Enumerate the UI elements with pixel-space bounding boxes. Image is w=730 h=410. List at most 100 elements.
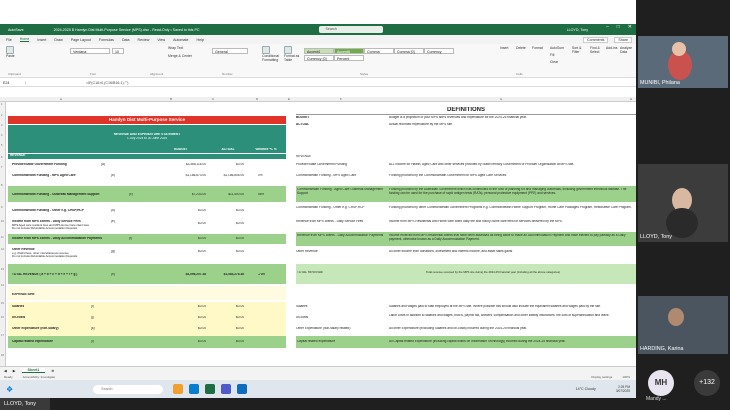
def-text[interactable]: Funding provided by the Australian Gover… [389, 188, 634, 200]
add-sheet-icon[interactable]: ⊕ [51, 369, 54, 373]
col-header-g[interactable]: G [500, 97, 502, 101]
menu-home[interactable]: Home [19, 37, 30, 42]
expenditure-label[interactable]: Other expenditure (non-salary) [12, 327, 59, 331]
weather-widget[interactable]: 14°C Cloudy [576, 387, 596, 391]
zoom-level[interactable]: 100% [622, 375, 630, 379]
outlook-icon[interactable] [237, 384, 248, 394]
row-header[interactable]: 14 [1, 284, 4, 287]
windows-start-icon[interactable]: ❖ [6, 385, 13, 394]
def-text[interactable]: Funding provided by other Commonwealth G… [389, 206, 634, 214]
expenditure-actual[interactable]: $0.00 [208, 305, 244, 309]
menu-formulas[interactable]: Formulas [99, 38, 114, 42]
font-name-select[interactable]: Verdana [70, 48, 110, 54]
revenue-budget[interactable]: $0.00 [156, 209, 206, 213]
menu-review[interactable]: Review [138, 38, 150, 42]
expenditure-label[interactable]: Salaries [12, 305, 24, 309]
comments-button[interactable]: Comments [583, 36, 609, 43]
menu-view[interactable]: View [157, 38, 165, 42]
def-term[interactable]: TOTAL REVENUE [297, 271, 387, 275]
def-actual-label[interactable]: ACTUAL [296, 123, 309, 127]
def-text[interactable]: Income from MPS Residential and Home car… [389, 220, 634, 224]
menu-help[interactable]: Help [196, 38, 203, 42]
row-header[interactable]: 15 [1, 302, 4, 305]
sort-filter-button[interactable]: Sort & Filter [572, 46, 588, 54]
file-explorer-icon[interactable] [173, 384, 184, 394]
expenditure-budget[interactable]: $0.00 [156, 316, 206, 320]
more-participants-button[interactable]: +132 [694, 370, 720, 396]
menu-file[interactable]: File [6, 38, 12, 42]
expenditure-label[interactable]: Capital related expenditure [12, 340, 53, 344]
revenue-section-label[interactable]: REVENUE [8, 154, 286, 159]
expenditure-actual[interactable]: $0.00 [208, 316, 244, 320]
row-header[interactable]: 13 [1, 268, 4, 271]
def-budget-label[interactable]: BUDGET [296, 116, 309, 120]
row-header[interactable]: 16 [1, 316, 4, 319]
participant-tile[interactable]: HARDING, Karina [638, 296, 728, 354]
def-term[interactable]: Salaries [296, 305, 386, 309]
revenue-actual[interactable]: $0.00 [208, 222, 244, 226]
maximize-icon[interactable]: □ [617, 24, 620, 30]
def-text[interactable]: Total revenue received by the MPS site d… [426, 271, 636, 275]
row-header[interactable]: 11 [1, 236, 4, 239]
def-term[interactable]: Other Expenditure (non-salary related) [296, 327, 386, 331]
insert-cells-button[interactable]: Insert [500, 46, 508, 50]
fill-button[interactable]: Fill [550, 53, 554, 57]
clock[interactable]: 2:25 PM 3/07/2025 [616, 385, 630, 393]
col-header-h[interactable]: H [630, 97, 632, 101]
analyze-data-button[interactable]: Analyze Data [620, 46, 634, 54]
total-revenue-variance[interactable]: -73% [258, 273, 265, 277]
number-format-select[interactable]: General [212, 48, 248, 54]
row-header[interactable]: 1 [1, 103, 2, 106]
expenditure-actual[interactable]: $0.00 [208, 340, 244, 344]
find-select-button[interactable]: Find & Select [590, 46, 604, 54]
wrap-text-button[interactable]: Wrap Text [168, 46, 183, 50]
style-accent6[interactable]: Accent6 [334, 48, 364, 54]
def-text[interactable]: All other income from donations, investm… [389, 250, 634, 254]
row-header[interactable]: 6 [1, 156, 2, 159]
revenue-actual[interactable]: $0.00 [208, 250, 244, 254]
menu-automate[interactable]: Automate [173, 38, 188, 42]
autosum-button[interactable]: AutoSum [550, 46, 564, 50]
revenue-budget[interactable]: $0.00 [156, 222, 206, 226]
teams-icon[interactable] [221, 384, 232, 394]
def-term[interactable]: Commonwealth Funding - Aged Care Outbrea… [297, 188, 387, 195]
formula-input[interactable]: =IF(C16>0,(C16/B16-1),"") [86, 81, 129, 85]
row-header[interactable]: 2 [1, 114, 2, 117]
def-text[interactable]: Funding provided by the Commonwealth Gov… [389, 174, 634, 178]
revenue-budget[interactable]: $0.00 [156, 250, 206, 254]
prev-sheet-icon[interactable]: ◀ [4, 369, 7, 373]
menu-insert[interactable]: Insert [37, 38, 46, 42]
expenditure-actual[interactable]: $0.00 [208, 327, 244, 331]
col-header-b[interactable]: B [170, 97, 172, 101]
revenue-budget[interactable]: $3,388,116.00 [156, 163, 206, 167]
def-term[interactable]: Revenue from MPS clients - Daily Service… [296, 220, 386, 224]
def-text[interactable]: Salaries and wages paid to staff employe… [389, 305, 634, 309]
revenue-budget[interactable]: $1,186,873.00 [156, 174, 206, 178]
col-header-d[interactable]: D [256, 97, 258, 101]
conditional-formatting-button[interactable]: Conditional Formatting [262, 46, 282, 62]
total-revenue-actual[interactable]: $1,583,278.36 [208, 273, 244, 277]
revenue-budget[interactable]: $0.00 [156, 237, 206, 241]
font-size-select[interactable]: 10 [112, 48, 124, 54]
def-actual-text[interactable]: Actual recorded expenditure by the MPS s… [389, 123, 634, 127]
edge-icon[interactable] [189, 384, 200, 394]
revenue-actual[interactable]: $0.00 [208, 209, 244, 213]
excel-icon[interactable] [205, 384, 216, 394]
style-currency0[interactable]: Currency [0] [304, 55, 334, 61]
menu-data[interactable]: Data [122, 38, 130, 42]
add-ins-button[interactable]: Add-ins [606, 46, 618, 50]
def-term[interactable]: on-costs [296, 316, 386, 320]
revenue-actual[interactable]: $1,186,806.00 [208, 174, 244, 178]
row-header[interactable]: 18 [1, 354, 4, 357]
revenue-variance[interactable]: 58% [258, 193, 264, 197]
row-header[interactable]: 17 [1, 334, 4, 337]
participant-tile[interactable]: MUNIBI, Philana [638, 36, 728, 88]
row-header[interactable]: 5 [1, 144, 2, 147]
def-budget-text[interactable]: Budget is a projection of your MPS site'… [389, 116, 634, 120]
def-revenue-label[interactable]: REVENUE [296, 155, 311, 159]
share-button[interactable]: Share [614, 36, 632, 43]
expenditure-label[interactable]: on-costs [12, 316, 25, 320]
row-header[interactable]: 3 [1, 124, 2, 127]
revenue-variance[interactable]: 0% [258, 174, 263, 178]
sheet-title[interactable]: Hamlyn Dist Multi-Purpose Service [8, 116, 286, 124]
